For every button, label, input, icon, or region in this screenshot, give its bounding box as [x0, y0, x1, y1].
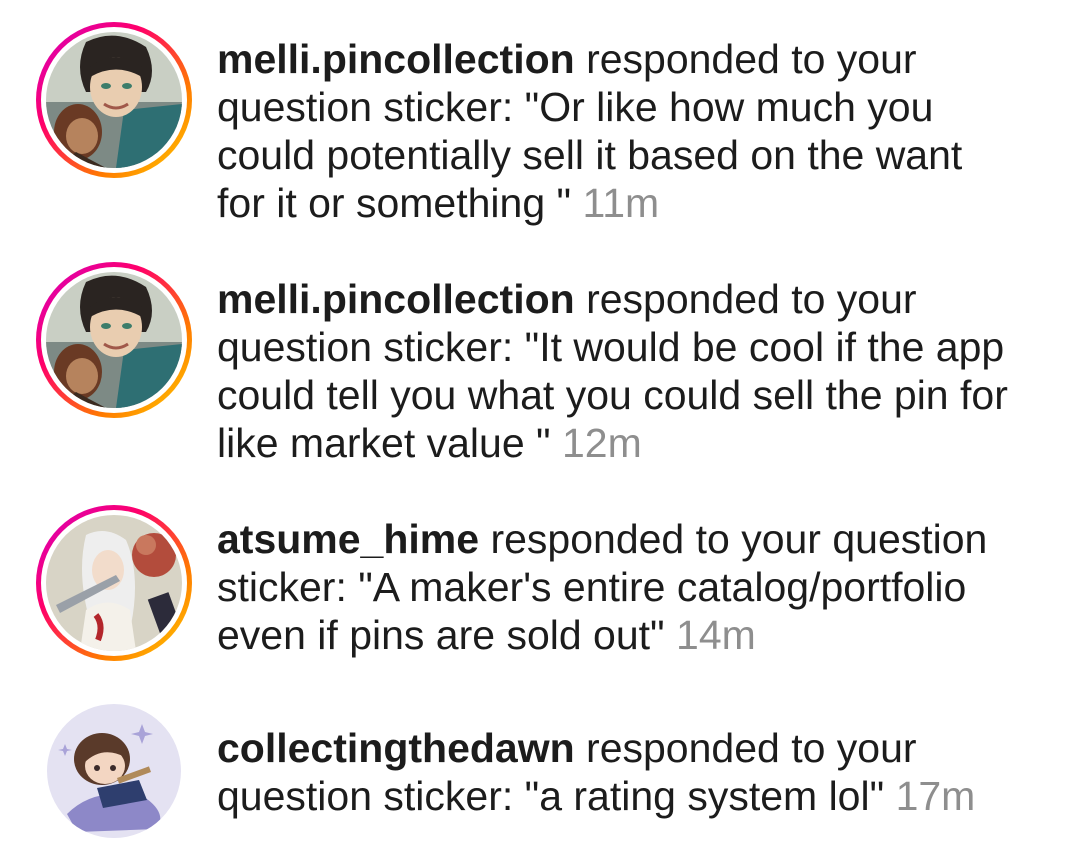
- timestamp: 17m: [895, 773, 976, 819]
- timestamp: 12m: [561, 420, 642, 466]
- anime-character-avatar-icon: [46, 272, 182, 408]
- anime-character-avatar-icon: [46, 32, 182, 168]
- sticker-response: "a rating system lol": [524, 773, 885, 819]
- notification-text: melli.pincollection responded to your qu…: [217, 275, 1069, 467]
- activity-notification[interactable]: melli.pincollection responded to your qu…: [0, 240, 1072, 480]
- story-ring[interactable]: [36, 262, 192, 418]
- username-link[interactable]: collectingthedawn: [217, 725, 575, 771]
- notification-text: atsume_hime responded to your question s…: [217, 515, 1069, 659]
- chibi-character-avatar-icon: [47, 704, 181, 838]
- timestamp: 14m: [676, 612, 756, 658]
- username-link[interactable]: melli.pincollection: [217, 36, 575, 82]
- anime-pin-art-avatar-icon: [46, 515, 182, 651]
- activity-notification[interactable]: collectingthedawn responded to your ques…: [0, 690, 1072, 855]
- story-ring[interactable]: [36, 22, 192, 178]
- username-link[interactable]: melli.pincollection: [217, 276, 575, 322]
- story-ring[interactable]: [36, 505, 192, 661]
- notification-text: melli.pincollection responded to your qu…: [217, 35, 1069, 227]
- activity-notification[interactable]: melli.pincollection responded to your qu…: [0, 0, 1072, 240]
- activity-notification[interactable]: atsume_hime responded to your question s…: [0, 480, 1072, 690]
- username-link[interactable]: atsume_hime: [217, 516, 479, 562]
- notification-text: collectingthedawn responded to your ques…: [217, 724, 1069, 820]
- profile-avatar[interactable]: [36, 693, 192, 849]
- timestamp: 11m: [582, 180, 660, 226]
